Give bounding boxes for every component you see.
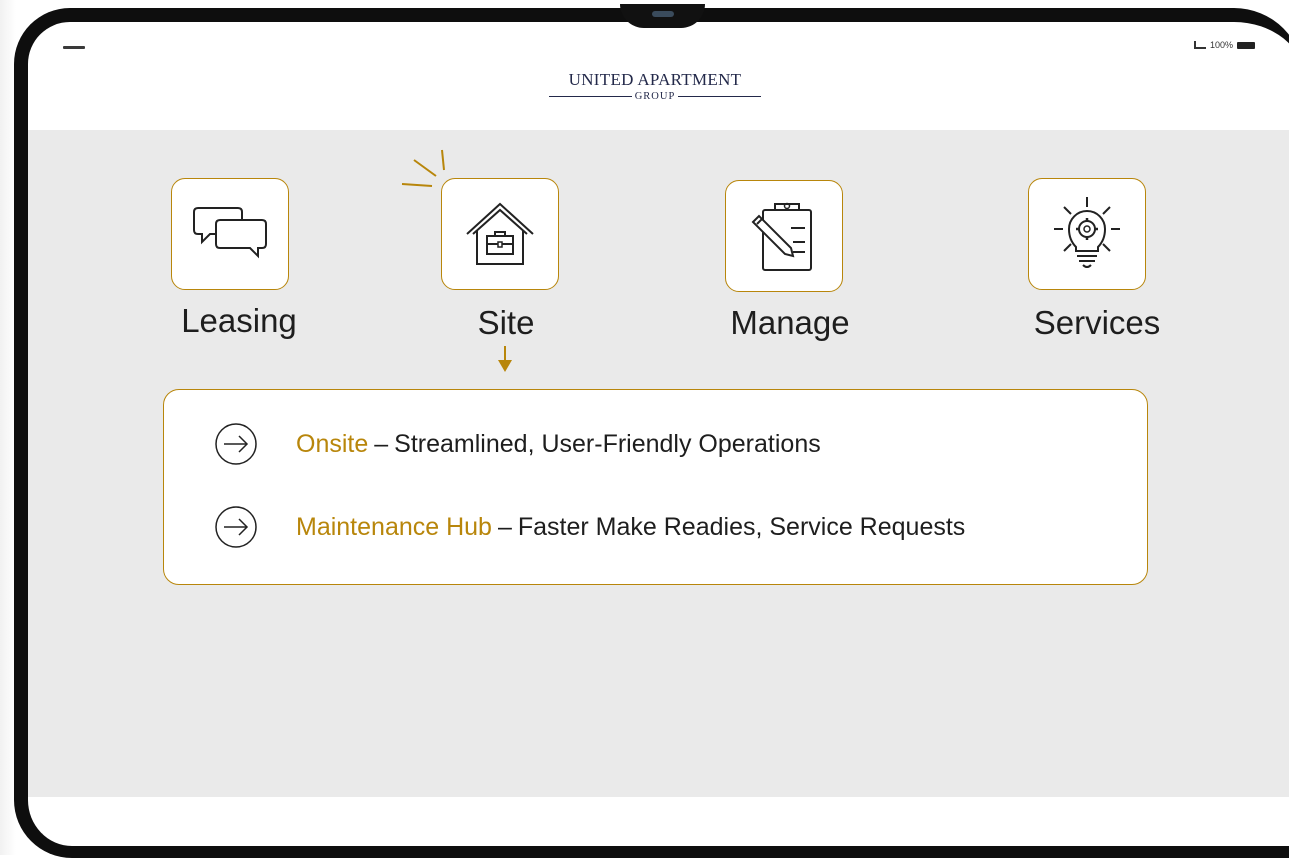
logo-subtitle: GROUP (634, 91, 676, 102)
submenu-title-maintenance-hub: Maintenance Hub (296, 512, 492, 541)
chat-bubbles-icon (193, 207, 267, 259)
logo-title: UNITED APARTMENT (568, 70, 742, 89)
nav-tile-manage[interactable] (725, 180, 843, 292)
battery-icon (1237, 41, 1255, 49)
submenu-desc-onsite: Streamlined, User-Friendly Operations (394, 429, 821, 458)
submenu-separator: – (497, 512, 512, 541)
submenu-separator: – (374, 429, 389, 458)
arrow-circle-icon[interactable] (214, 422, 258, 466)
battery-percent: 100% (1209, 40, 1233, 50)
nav-tile-site[interactable] (441, 178, 559, 290)
signal-icon (1193, 41, 1206, 49)
nav-label-site[interactable]: Site (406, 304, 606, 342)
highlight-spark-icon (401, 149, 445, 187)
status-indicators: 100% (1193, 40, 1255, 50)
nav-label-manage[interactable]: Manage (690, 304, 890, 342)
nav-tile-leasing[interactable] (171, 178, 289, 290)
nav-label-leasing[interactable]: Leasing (139, 302, 339, 340)
lightbulb-gear-icon (1054, 197, 1120, 268)
submenu-item-onsite[interactable]: Onsite – Streamlined, User-Friendly Oper… (214, 422, 821, 466)
nav-label-services[interactable]: Services (997, 304, 1197, 342)
clipboard-pencil-icon (751, 202, 812, 271)
submenu-item-maintenance-hub[interactable]: Maintenance Hub – Faster Make Readies, S… (214, 505, 965, 549)
camera-lens (652, 11, 674, 17)
arrow-circle-icon[interactable] (214, 505, 258, 549)
house-briefcase-icon (466, 202, 534, 265)
nav-tile-services[interactable] (1028, 178, 1146, 290)
submenu-desc-maintenance-hub: Faster Make Readies, Service Requests (517, 512, 966, 541)
company-logo: UNITED APARTMENT GROUP (549, 70, 761, 102)
submenu-title-onsite: Onsite (296, 429, 369, 458)
status-carrier (63, 46, 85, 49)
selection-down-arrow-icon (498, 346, 512, 372)
logo-rule-left (549, 96, 632, 97)
logo-rule-right (678, 96, 761, 97)
site-submenu-card: Onsite – Streamlined, User-Friendly Oper… (163, 389, 1148, 585)
